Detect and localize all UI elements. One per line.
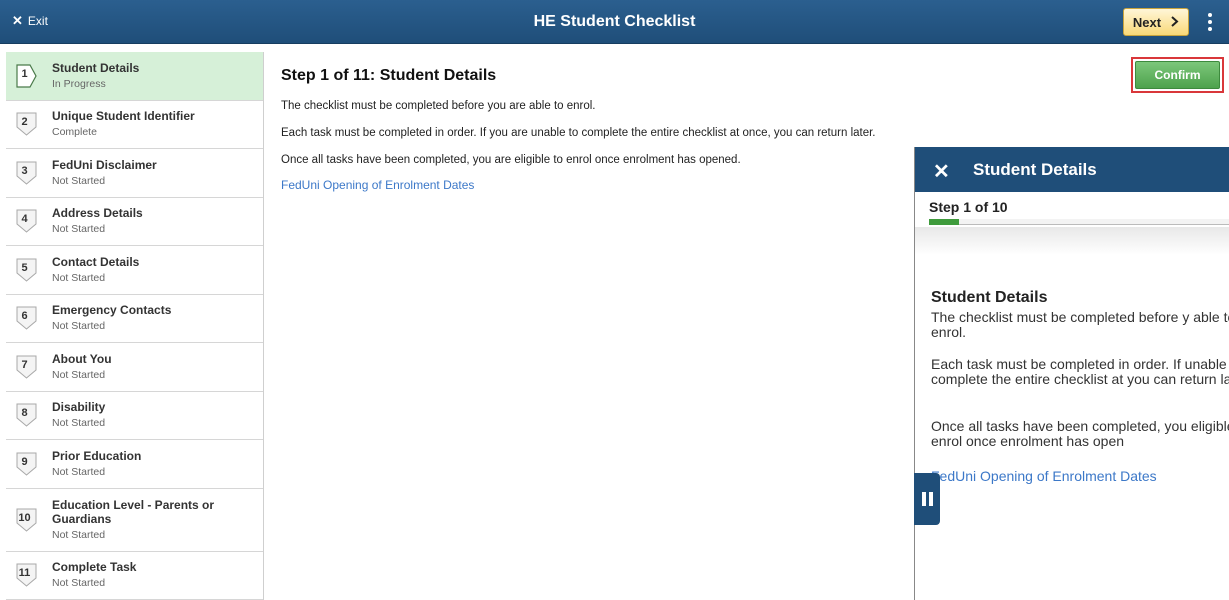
chevron-right-icon [1171, 15, 1179, 30]
app-header: ✕ Exit HE Student Checklist Next [0, 0, 1229, 44]
step-item-3[interactable]: 3 FedUni Disclaimer Not Started [6, 149, 263, 198]
panel-title: Student Details [973, 160, 1097, 179]
step-sidebar: 1 Student Details In Progress 2 Unique S… [6, 52, 264, 600]
step-item-2[interactable]: 2 Unique Student Identifier Complete [6, 101, 263, 149]
step-status: Not Started [52, 465, 106, 478]
step-number-icon: 1 [16, 64, 38, 88]
step-number-icon: 6 [16, 306, 38, 330]
step-item-8[interactable]: 8 Disability Not Started [6, 392, 263, 440]
panel-text-2: Each task must be completed in order. If… [931, 356, 1229, 387]
next-label: Next [1132, 14, 1162, 30]
step-title: Emergency Contacts [52, 303, 172, 318]
step-status: Not Started [52, 577, 106, 590]
mobile-preview-panel: ✕ Student Details Step 1 of 10 Student D… [914, 147, 1229, 600]
step-item-7[interactable]: 7 About You Not Started [6, 343, 263, 392]
step-title: Unique Student Identifier [52, 109, 195, 124]
step-item-9[interactable]: 9 Prior Education Not Started [6, 440, 263, 489]
step-number-icon: 10 [16, 508, 38, 532]
panel-heading: Student Details [931, 289, 1048, 306]
step-status: Not Started [52, 528, 106, 541]
instruction-text-3: Once all tasks have been completed, you … [281, 154, 741, 166]
kebab-menu-icon[interactable] [1199, 7, 1221, 37]
step-title: Education Level - Parents or Guardians [52, 497, 215, 526]
step-status: Not Started [52, 320, 106, 333]
step-title: Complete Task [52, 560, 137, 575]
step-status: Not Started [52, 417, 106, 430]
panel-text-3: Once all tasks have been completed, you … [931, 418, 1229, 449]
step-title: Disability [52, 400, 106, 415]
step-number-icon: 7 [16, 355, 38, 379]
step-status: Not Started [52, 271, 106, 284]
step-title: About You [52, 351, 112, 366]
step-item-10[interactable]: 10 Education Level - Parents or Guardian… [6, 489, 263, 552]
step-title: Address Details [52, 206, 143, 221]
panel-header: ✕ Student Details [915, 147, 1229, 192]
step-item-4[interactable]: 4 Address Details Not Started [6, 198, 263, 246]
step-number-icon: 5 [16, 258, 38, 282]
step-number-icon: 8 [16, 403, 38, 427]
step-status: Not Started [52, 223, 106, 236]
instruction-text-2: Each task must be completed in order. If… [281, 127, 876, 139]
step-title: Prior Education [52, 448, 142, 463]
close-icon: ✕ [12, 13, 23, 28]
step-number-icon: 3 [16, 161, 38, 185]
progress-fill [929, 219, 960, 225]
step-number-icon: 4 [16, 209, 38, 233]
step-title: FedUni Disclaimer [52, 157, 157, 172]
step-item-1[interactable]: 1 Student Details In Progress [6, 52, 263, 101]
step-status: Not Started [52, 368, 106, 381]
close-icon[interactable]: ✕ [933, 159, 950, 184]
exit-button[interactable]: ✕ Exit [12, 13, 48, 29]
step-title: Student Details [52, 60, 140, 75]
step-title: Contact Details [52, 254, 140, 269]
step-status: Complete [52, 126, 97, 139]
exit-label: Exit [27, 14, 48, 28]
progress-bar [929, 219, 1229, 225]
enrolment-dates-link[interactable]: FedUni Opening of Enrolment Dates [281, 178, 474, 192]
step-heading: Step 1 of 11: Student Details [281, 67, 497, 84]
panel-enrolment-dates-link[interactable]: FedUni Opening of Enrolment Dates [931, 468, 1157, 484]
step-item-6[interactable]: 6 Emergency Contacts Not Started [6, 295, 263, 343]
step-item-11[interactable]: 11 Complete Task Not Started [6, 552, 263, 600]
page-title: HE Student Checklist [533, 13, 696, 30]
next-button[interactable]: Next [1123, 8, 1189, 36]
step-number-icon: 2 [16, 112, 38, 136]
step-status: In Progress [52, 77, 106, 90]
panel-text-1: The checklist must be completed before y… [931, 309, 1229, 340]
panel-step-label: Step 1 of 10 [929, 199, 1008, 215]
step-item-5[interactable]: 5 Contact Details Not Started [6, 246, 263, 295]
confirm-button[interactable]: Confirm [1135, 61, 1220, 89]
step-number-icon: 11 [16, 563, 38, 587]
pause-icon[interactable] [914, 473, 940, 525]
instruction-text-1: The checklist must be completed before y… [281, 100, 596, 112]
step-status: Not Started [52, 174, 106, 187]
step-number-icon: 9 [16, 452, 38, 476]
